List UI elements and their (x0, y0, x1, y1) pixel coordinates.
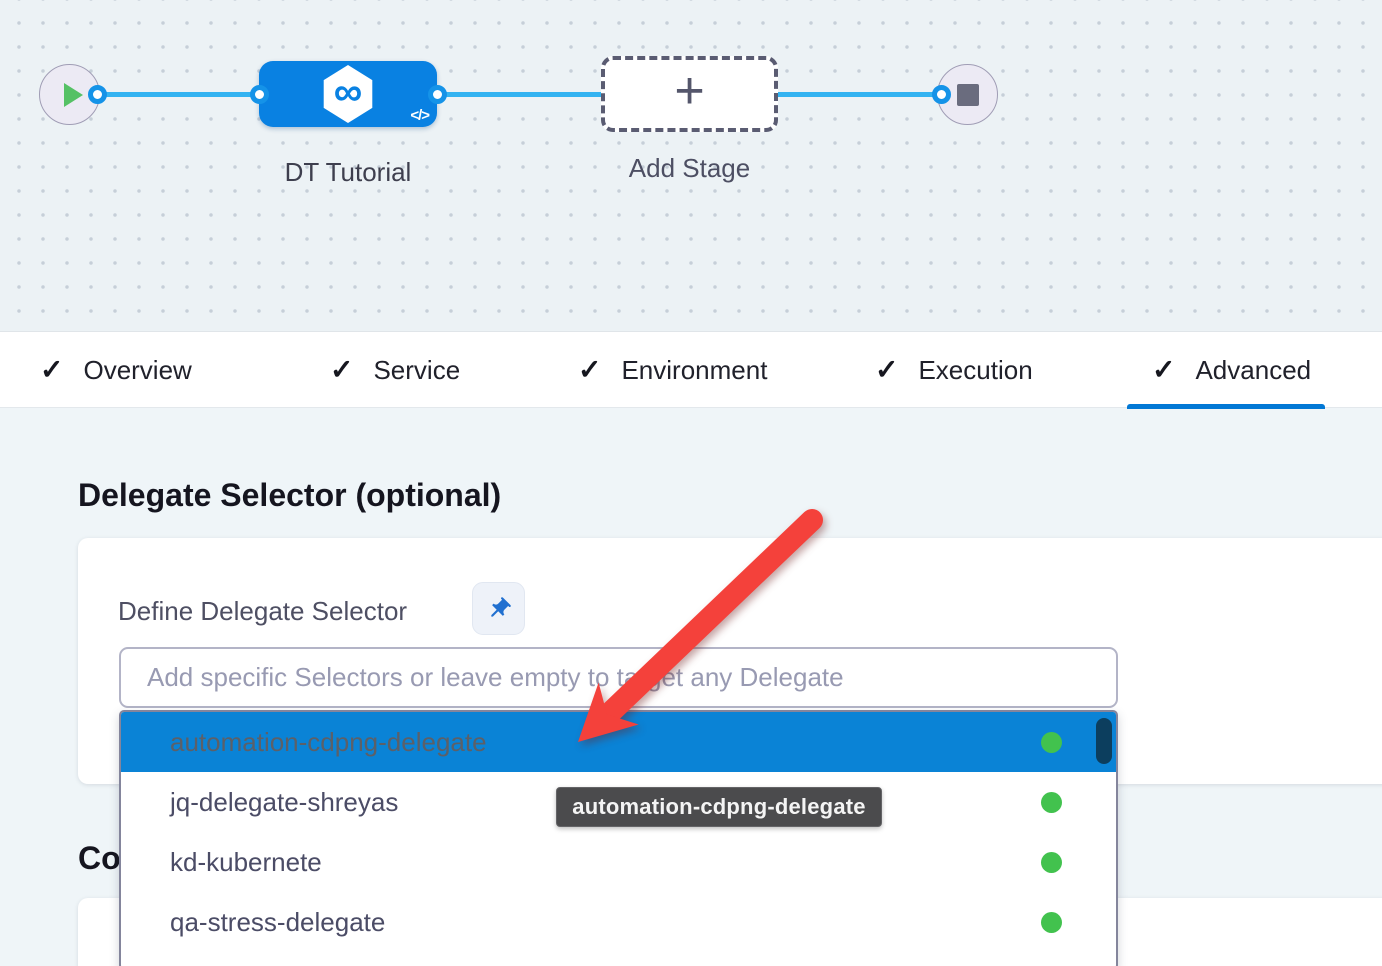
tab-advanced[interactable]: ✓ Advanced (1152, 332, 1311, 408)
connector-port (428, 85, 447, 104)
tab-label: Overview (83, 355, 191, 386)
check-icon: ✓ (875, 356, 898, 384)
connector-line (434, 92, 606, 97)
pipeline-canvas[interactable]: ∞ </> + DT Tutorial Add Stage (0, 0, 1382, 331)
dropdown-option[interactable]: automation-cdpng-delegate (121, 712, 1116, 772)
play-icon (64, 83, 83, 107)
delegate-dropdown: automation-cdpng-delegate jq-delegate-sh… (119, 710, 1118, 966)
connector-line (774, 92, 938, 97)
status-dot (1041, 912, 1062, 933)
plus-icon: + (674, 65, 704, 117)
option-label: qa-stress-delegate (170, 907, 385, 938)
stop-icon (957, 84, 979, 106)
harness-logo-icon: ∞ (321, 65, 375, 123)
option-label: jq-delegate-shreyas (170, 787, 398, 818)
check-icon: ✓ (1152, 356, 1175, 384)
connector-port (250, 85, 269, 104)
tab-execution[interactable]: ✓ Execution (875, 332, 1033, 408)
code-icon: </> (410, 107, 429, 124)
check-icon: ✓ (40, 356, 63, 384)
check-icon: ✓ (578, 356, 601, 384)
option-label: automation-cdpng-delegate (170, 727, 487, 758)
pin-icon (480, 590, 517, 627)
stage-label: DT Tutorial (259, 157, 437, 188)
delegate-selector-input[interactable] (119, 647, 1118, 708)
dropdown-option[interactable]: kd-kubernete (121, 832, 1116, 892)
stage-config-tabs: ✓ Overview ✓ Service ✓ Environment ✓ Exe… (0, 331, 1382, 408)
tab-label: Execution (918, 355, 1032, 386)
add-stage-label: Add Stage (601, 153, 778, 184)
dropdown-option[interactable]: qa-stress-delegate (121, 892, 1116, 952)
connector-port (932, 85, 951, 104)
tab-environment[interactable]: ✓ Environment (578, 332, 767, 408)
delegate-tooltip: automation-cdpng-delegate (556, 787, 882, 827)
connector-port (88, 85, 107, 104)
pipeline-studio-page: ∞ </> + DT Tutorial Add Stage ✓ Overview… (0, 0, 1382, 966)
define-delegate-selector-label: Define Delegate Selector (118, 596, 407, 627)
connector-line (100, 92, 264, 97)
tab-service[interactable]: ✓ Service (330, 332, 460, 408)
infinity-glyph: ∞ (334, 72, 363, 112)
next-section-heading-partial: Co (78, 840, 121, 877)
dropdown-scrollbar[interactable] (1096, 718, 1112, 764)
tab-overview[interactable]: ✓ Overview (40, 332, 192, 408)
status-dot (1041, 792, 1062, 813)
option-label: kd-kubernete (170, 847, 322, 878)
tab-label: Environment (621, 355, 767, 386)
check-icon: ✓ (330, 356, 353, 384)
tab-label: Advanced (1195, 355, 1311, 386)
status-dot (1041, 732, 1062, 753)
status-dot (1041, 852, 1062, 873)
tab-label: Service (373, 355, 460, 386)
delegate-selector-heading: Delegate Selector (optional) (78, 477, 501, 514)
stage-node-dt-tutorial[interactable]: ∞ </> (259, 61, 437, 127)
add-stage-button[interactable]: + (601, 56, 778, 132)
pin-button[interactable] (472, 582, 525, 635)
